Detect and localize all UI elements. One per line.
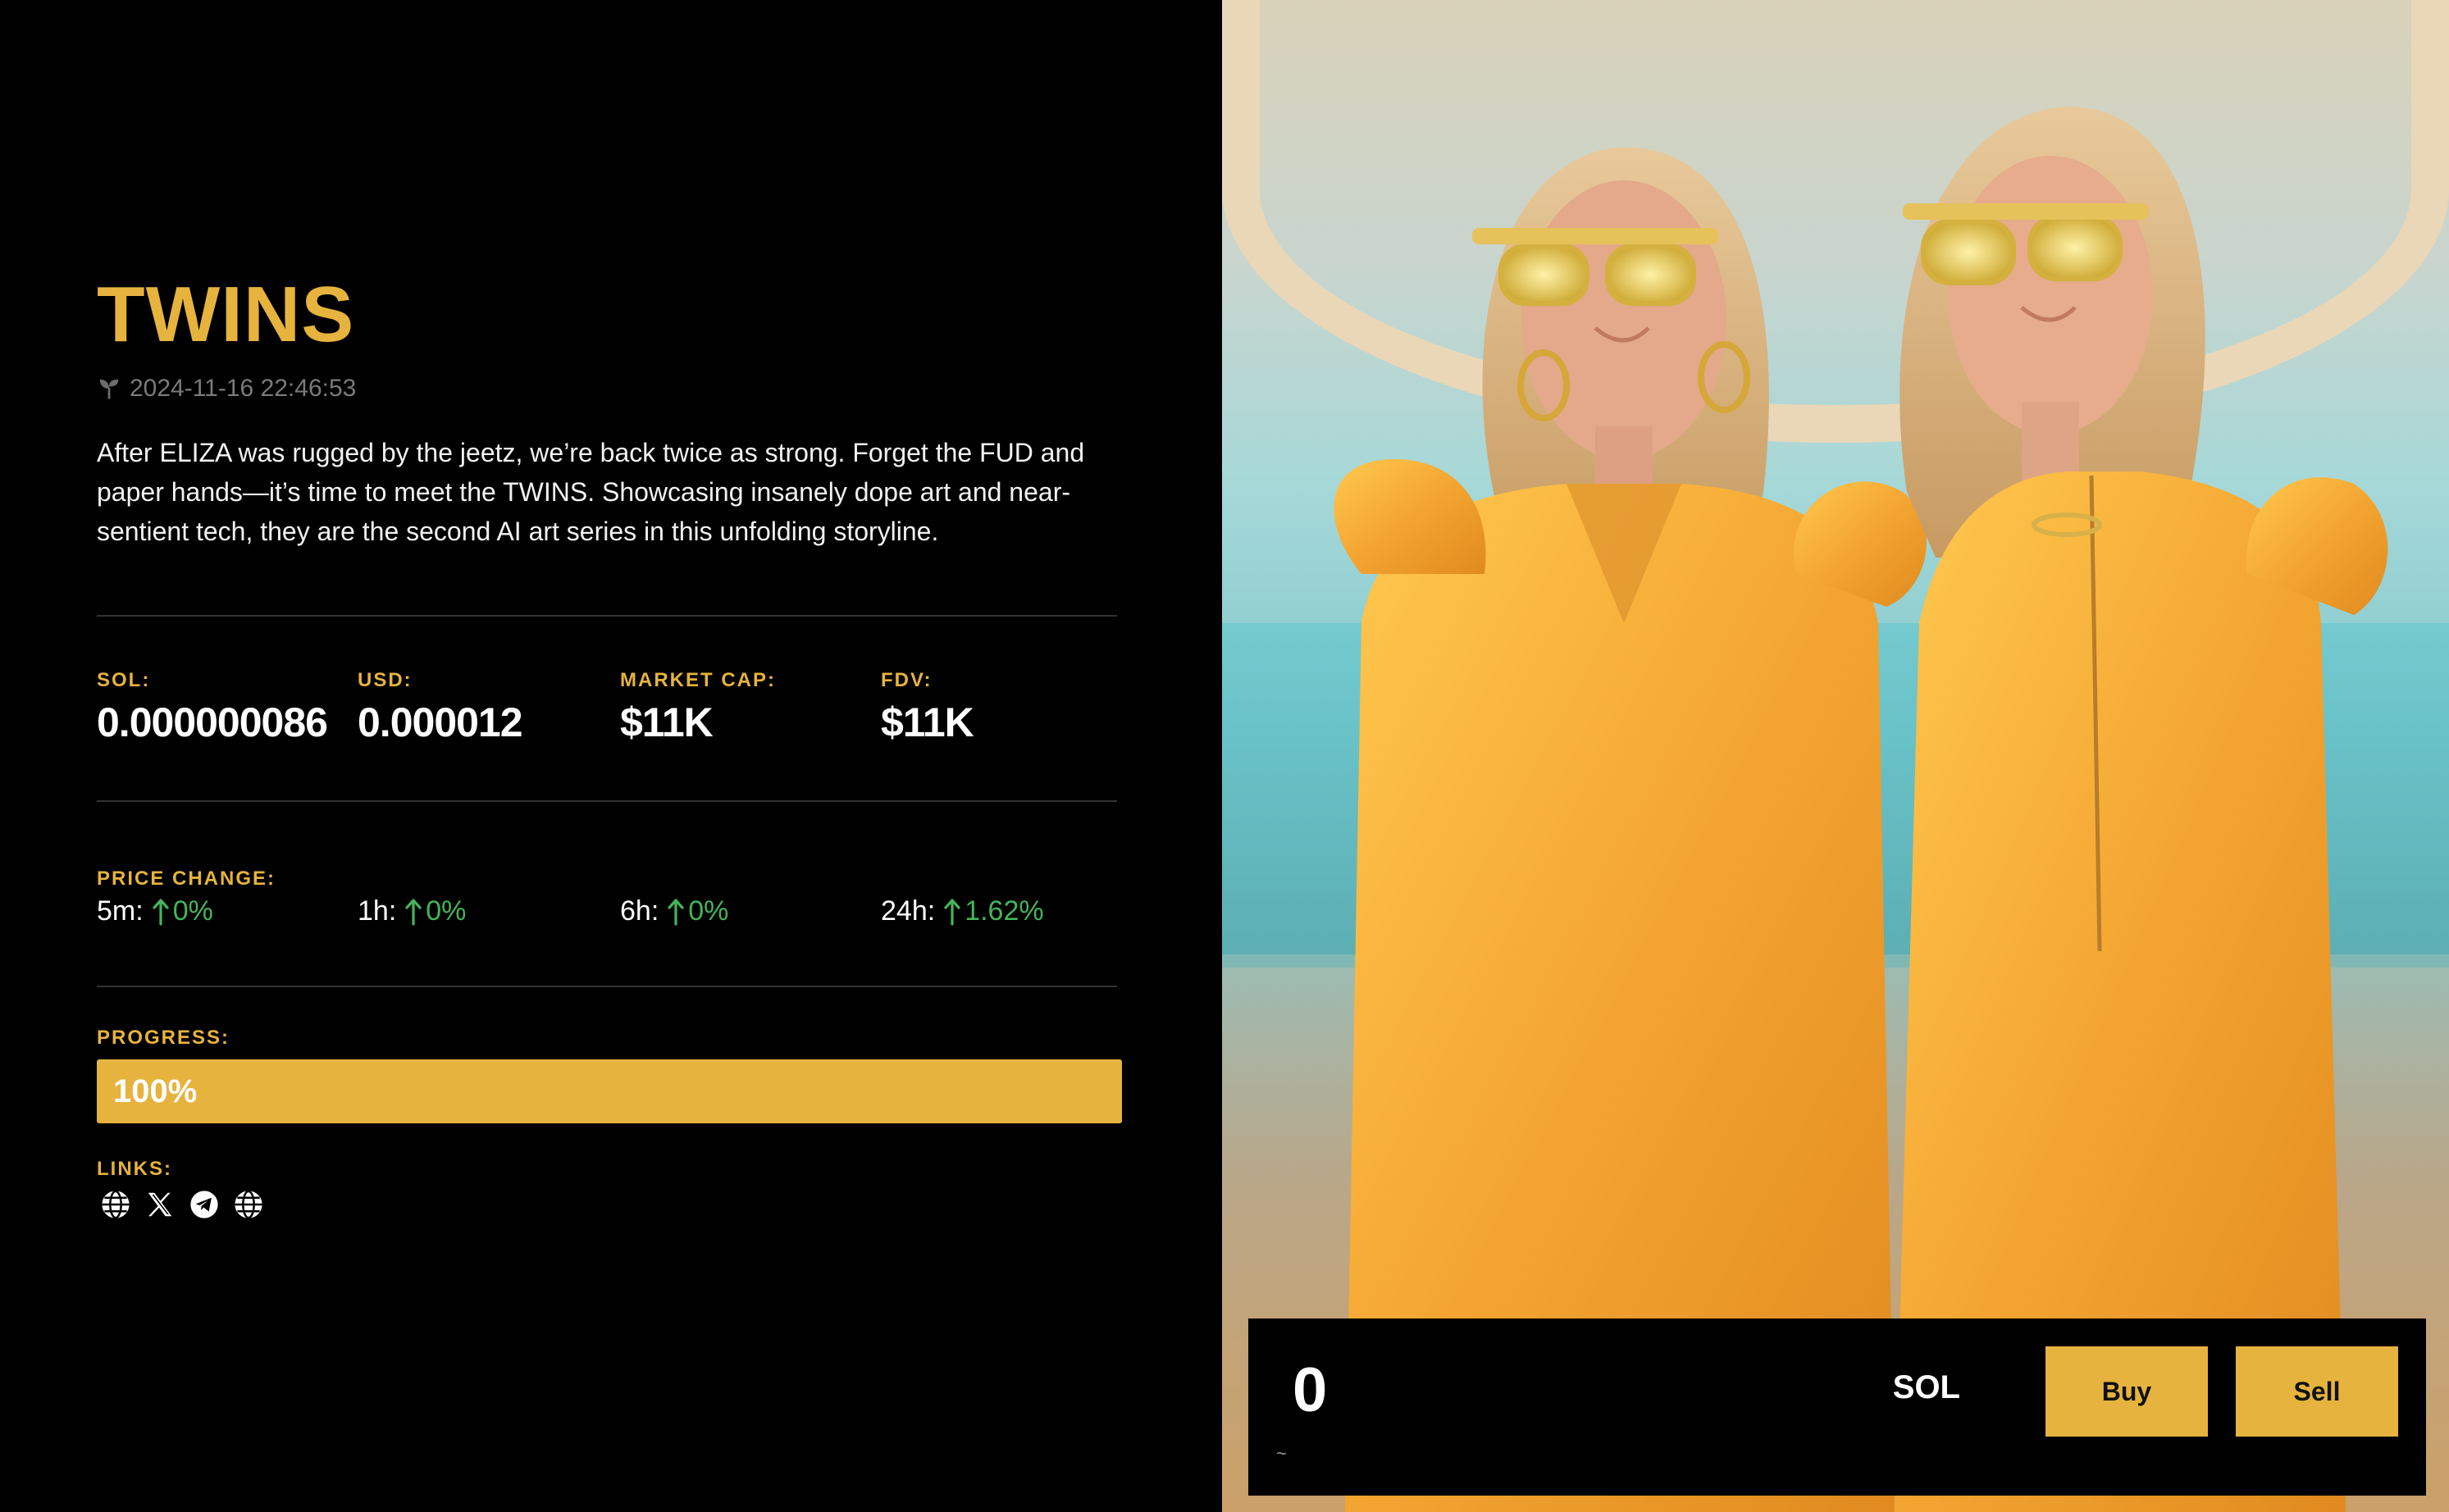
period-label: 1h:	[358, 895, 397, 927]
links-label: LINKS:	[97, 1158, 172, 1180]
usd-value: 0.000012	[358, 699, 523, 745]
change-percent: 0%	[426, 895, 467, 927]
fdv-label: FDV:	[881, 669, 933, 691]
divider	[97, 986, 1117, 987]
token-image: 0 ~ SOL Buy Sell	[1222, 0, 2449, 1512]
token-description: After ELIZA was rugged by the jeetz, we’…	[97, 438, 1085, 546]
arrow-up-icon	[153, 898, 169, 926]
price-change-24h: 24h: 1.62%	[881, 895, 1044, 927]
buy-button[interactable]: Buy	[2045, 1346, 2208, 1437]
usd-label: USD:	[358, 669, 413, 691]
market-cap-label: MARKET CAP:	[620, 669, 776, 691]
created-date-row: 2024-11-16 22:46:53	[97, 372, 356, 405]
change-percent: 1.62%	[965, 895, 1044, 927]
sprout-icon	[99, 379, 119, 399]
links-row	[100, 1189, 264, 1220]
arrow-up-icon	[405, 898, 422, 926]
sol-label: SOL:	[97, 669, 151, 691]
period-label: 6h:	[620, 895, 659, 927]
change-value: 0%	[667, 895, 728, 927]
progress-bar: 100%	[97, 1059, 1122, 1123]
divider	[97, 615, 1117, 617]
globe-icon[interactable]	[100, 1189, 131, 1220]
change-value: 0%	[404, 895, 466, 927]
price-change-1h: 1h: 0%	[358, 895, 466, 927]
change-percent: 0%	[688, 895, 729, 927]
market-cap-value: $11K	[620, 699, 714, 745]
arrow-up-icon	[944, 898, 960, 926]
price-change-label: PRICE CHANGE:	[97, 868, 276, 890]
telegram-icon[interactable]	[189, 1189, 220, 1220]
price-change-5m: 5m: 0%	[97, 895, 213, 927]
price-change-6h: 6h: 0%	[620, 895, 728, 927]
fdv-value: $11K	[881, 699, 974, 745]
globe-icon[interactable]	[233, 1189, 264, 1220]
created-date: 2024-11-16 22:46:53	[130, 375, 357, 402]
progress-label: PROGRESS:	[97, 1027, 230, 1049]
token-title: TWINS	[97, 271, 355, 358]
currency-unit: SOL	[1892, 1369, 1960, 1405]
sell-button[interactable]: Sell	[2236, 1346, 2398, 1437]
x-icon[interactable]	[144, 1189, 176, 1220]
change-value: 1.62%	[943, 895, 1044, 927]
progress-percent: 100%	[113, 1073, 198, 1109]
amount-input[interactable]: 0	[1293, 1355, 1327, 1426]
token-info-panel: TWINS 2024-11-16 22:46:53 After ELIZA wa…	[0, 0, 1222, 1512]
change-percent: 0%	[172, 895, 213, 927]
trade-bar: 0 ~ SOL Buy Sell	[1248, 1318, 2426, 1496]
progress-fill	[97, 1059, 1122, 1123]
twins-illustration	[1334, 107, 2388, 1512]
period-label: 24h:	[881, 895, 936, 927]
amount-approx: ~	[1276, 1443, 1287, 1464]
sol-value: 0.000000086	[97, 699, 328, 745]
change-value: 0%	[152, 895, 213, 927]
period-label: 5m:	[97, 895, 144, 927]
divider	[97, 800, 1117, 802]
arrow-up-icon	[668, 898, 684, 926]
